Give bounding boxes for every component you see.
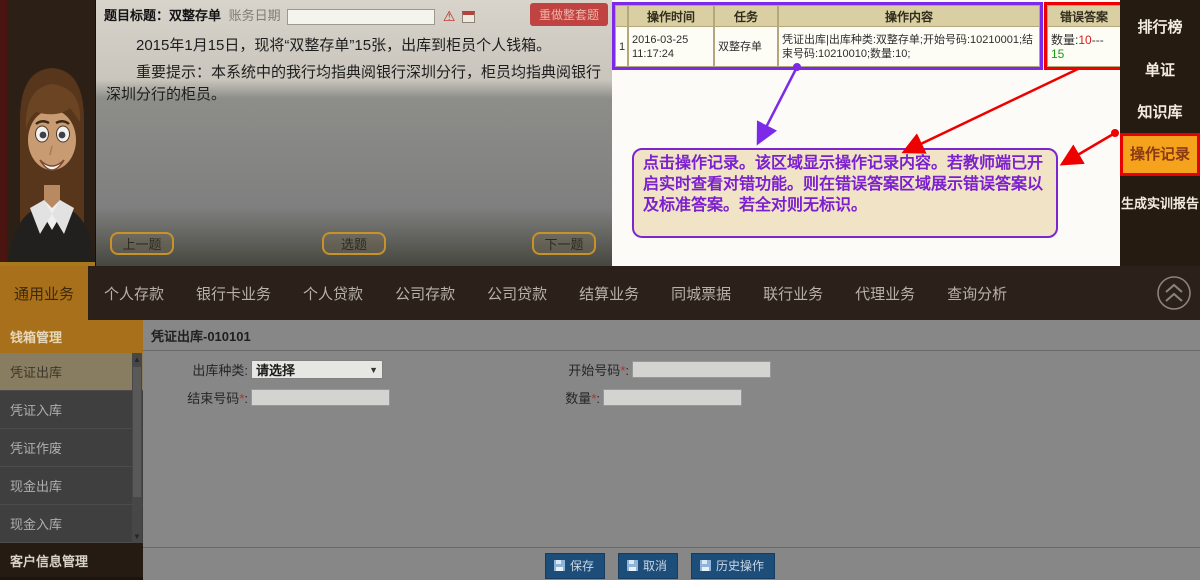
col-index-header (615, 5, 628, 27)
quantity-input[interactable] (603, 389, 742, 406)
correct-answer-value: 15 (1051, 47, 1064, 61)
account-date-label: 账务日期 (229, 8, 281, 23)
question-title-value: 双整存单 (169, 8, 221, 23)
form-row-2: 结束号码*: 数量*: (143, 388, 1200, 407)
main-nav-bar: 通用业务 个人存款 银行卡业务 个人贷款 公司存款 公司贷款 结算业务 同城票据… (0, 266, 1200, 320)
col-content-header: 操作内容 (778, 5, 1040, 27)
form-row-1: 出库种类: 请选择 ▼ 开始号码*: (143, 360, 1200, 379)
operation-record-region: 1 操作时间 2016-03-25 11:17:24 任务 双整存单 操作内容 … (612, 0, 1120, 266)
wrong-answer-value: 10 (1078, 33, 1091, 47)
avatar-panel (0, 0, 95, 266)
nav-tab-bank-card[interactable]: 银行卡业务 (180, 266, 287, 320)
nav-tab-corporate-loan[interactable]: 公司贷款 (471, 266, 563, 320)
field-label-quantity: 数量*: (390, 388, 600, 407)
col-error-header: 错误答案 (1047, 5, 1121, 27)
red-callout-line-1 (906, 68, 1080, 151)
field-label-out-type: 出库种类: (143, 360, 248, 379)
record-highlight-purple-box: 1 操作时间 2016-03-25 11:17:24 任务 双整存单 操作内容 … (612, 2, 1043, 70)
out-type-select[interactable]: 请选择 ▼ (251, 360, 383, 379)
voucher-out-form: 凭证出库-010101 出库种类: 请选择 ▼ 开始号码*: 结束号码*: 数量… (143, 320, 1200, 580)
cancel-button[interactable]: 取消 (618, 553, 678, 579)
tutorial-annotation-text: 点击操作记录。该区域显示操作记录内容。若教师端已开启实时查看对错功能。则在错误答… (643, 155, 1043, 214)
question-text: 2015年1月15日，现将“双整存单”15张，出库到柜员个人钱箱。 (106, 35, 602, 57)
sidebar-item-training-report[interactable]: 生成实训报告 (1120, 193, 1200, 212)
history-button[interactable]: 历史操作 (691, 553, 775, 579)
cell-time: 2016-03-25 11:17:24 (628, 27, 714, 67)
nav-tab-personal-loan[interactable]: 个人贷款 (287, 266, 379, 320)
sidebar-item-voucher-out[interactable]: 凭证出库 (0, 353, 143, 391)
save-button[interactable]: 保存 (545, 553, 605, 579)
col-task-header: 任务 (714, 5, 778, 27)
nav-tab-personal-deposit[interactable]: 个人存款 (88, 266, 180, 320)
button-separator (143, 547, 1200, 548)
nav-tab-local-notes[interactable]: 同城票据 (655, 266, 747, 320)
dropdown-caret-icon: ▼ (369, 365, 378, 375)
question-notice: 重要提示：本系统中的我行均指典阅银行深圳分行，柜员均指典阅银行深圳分行的柜员。 (106, 62, 602, 106)
scrollbar-thumb[interactable] (133, 367, 141, 497)
scroll-up-icon[interactable]: ▲ (132, 355, 142, 364)
end-number-input[interactable] (251, 389, 390, 406)
cell-error-answer: 数量:10---15 (1047, 27, 1121, 67)
collapse-up-icon[interactable] (1156, 275, 1192, 311)
right-sidebar: 排行榜 单证 知识库 操作记录 生成实训报告 (1120, 0, 1200, 266)
sidebar-item-knowledge[interactable]: 知识库 (1120, 101, 1200, 122)
form-buttons: 保存 取消 历史操作 (545, 553, 775, 579)
question-title-label: 题目标题： (104, 8, 169, 23)
module-sidebar: 钱箱管理 凭证出库 凭证入库 凭证作废 现金出库 现金入库 ▲ ▼ 客户信息管理 (0, 320, 143, 580)
calendar-icon[interactable] (462, 11, 475, 23)
sidebar-group-cashbox[interactable]: 钱箱管理 (0, 320, 143, 353)
purple-callout-line (759, 67, 797, 141)
nav-tab-agency[interactable]: 代理业务 (839, 266, 931, 320)
warning-icon: ⚠ (443, 8, 456, 24)
sidebar-item-voucher-void[interactable]: 凭证作废 (0, 429, 143, 467)
question-nav: 上一题 选题 下一题 (96, 232, 612, 256)
question-body: 2015年1月15日，现将“双整存单”15张，出库到柜员个人钱箱。 重要提示：本… (96, 26, 612, 106)
cell-content: 凭证出库|出库种类:双整存单;开始号码:10210001;结束号码:102100… (778, 27, 1040, 67)
tutorial-annotation-box: 点击操作记录。该区域显示操作记录内容。若教师端已开启实时查看对错功能。则在错误答… (632, 148, 1058, 238)
field-label-end-number: 结束号码*: (143, 388, 248, 407)
account-date-input[interactable] (287, 9, 435, 25)
next-question-button[interactable]: 下一题 (532, 232, 596, 255)
pick-question-button[interactable]: 选题 (322, 232, 386, 255)
scroll-down-icon[interactable]: ▼ (132, 532, 142, 541)
sidebar-item-ranking[interactable]: 排行榜 (1120, 16, 1200, 37)
nav-tab-settlement[interactable]: 结算业务 (563, 266, 655, 320)
history-icon (700, 560, 711, 571)
nav-tab-general[interactable]: 通用业务 (0, 266, 88, 320)
sidebar-item-voucher-in[interactable]: 凭证入库 (0, 391, 143, 429)
field-label-start-number: 开始号码*: (383, 360, 629, 379)
question-panel: 题目标题：双整存单 账务日期 ⚠ 重做整套题 2015年1月15日，现将“双整存… (95, 0, 612, 266)
row-index: 1 (615, 27, 628, 67)
nav-tab-corporate-deposit[interactable]: 公司存款 (379, 266, 471, 320)
out-type-selected-value: 请选择 (256, 360, 295, 379)
left-edge-strip (0, 0, 7, 266)
sidebar-group-customer-info[interactable]: 客户信息管理 (0, 543, 143, 577)
start-number-input[interactable] (632, 361, 771, 378)
sidebar-item-documents[interactable]: 单证 (1120, 59, 1200, 80)
teller-avatar (0, 0, 95, 262)
sidebar-item-cash-out[interactable]: 现金出库 (0, 467, 143, 505)
col-time-header: 操作时间 (628, 5, 714, 27)
sidebar-scrollbar[interactable]: ▲ ▼ (132, 353, 142, 543)
operation-record-table: 1 操作时间 2016-03-25 11:17:24 任务 双整存单 操作内容 … (612, 2, 1124, 70)
save-icon (554, 560, 565, 571)
question-titlebar: 题目标题：双整存单 账务日期 ⚠ 重做整套题 (96, 0, 612, 26)
cell-task: 双整存单 (714, 27, 778, 67)
error-highlight-red-box: 错误答案 数量:10---15 (1044, 2, 1124, 70)
nav-tab-interbank[interactable]: 联行业务 (747, 266, 839, 320)
nav-tab-query-analysis[interactable]: 查询分析 (931, 266, 1023, 320)
redo-set-button[interactable]: 重做整套题 (530, 3, 608, 26)
sidebar-item-operation-record[interactable]: 操作记录 (1120, 133, 1200, 176)
red-callout-line-2 (1064, 133, 1115, 163)
prev-question-button[interactable]: 上一题 (110, 232, 174, 255)
cancel-icon (627, 560, 638, 571)
form-title: 凭证出库-010101 (143, 320, 1200, 351)
sidebar-item-cash-in[interactable]: 现金入库 (0, 505, 143, 543)
sidebar-item-list: 凭证出库 凭证入库 凭证作废 现金出库 现金入库 ▲ ▼ (0, 353, 143, 543)
red-callout-dot (1111, 129, 1119, 137)
